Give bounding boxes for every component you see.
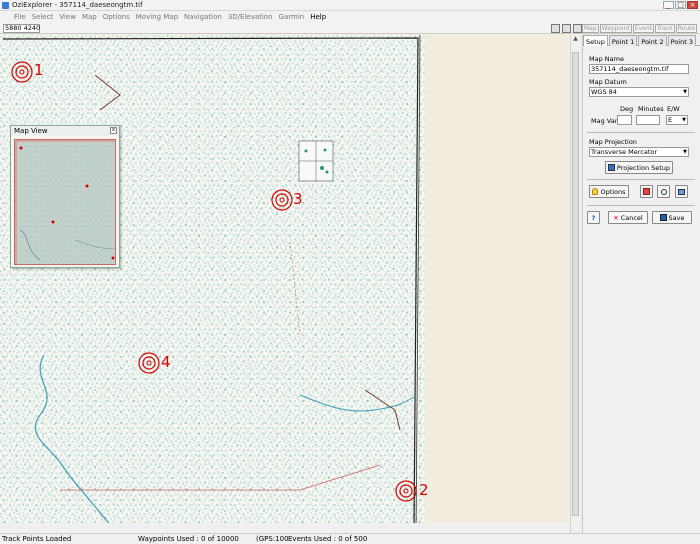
marker-label-2: 2 <box>419 481 429 499</box>
projection-setup-label: Projection Setup <box>616 163 671 172</box>
map-setup-panel: Setup Point 1 Point 2 Point 3 Map Name 3… <box>582 35 700 533</box>
menu-select[interactable]: Select <box>29 11 57 23</box>
toolbar-icons <box>551 24 582 33</box>
chevron-down-icon: ▼ <box>683 149 687 155</box>
cancel-button[interactable]: ✕ Cancel <box>608 211 648 224</box>
status-track-points: Track Points Loaded <box>2 535 72 543</box>
scroll-up-icon[interactable]: ▲ <box>571 35 580 44</box>
menu-map[interactable]: Map <box>79 11 100 23</box>
map-projection-label: Map Projection <box>589 138 637 146</box>
tab-point-2[interactable]: Point 2 <box>638 35 667 46</box>
chevron-down-icon: ▼ <box>683 89 687 95</box>
grid-tool-button[interactable] <box>640 185 653 198</box>
map-view-title: Map View <box>14 127 48 135</box>
menu-navigation[interactable]: Navigation <box>181 11 225 23</box>
magnifier-icon <box>660 188 667 195</box>
status-waypoints: Waypoints Used : 0 of 10000 <box>138 535 239 543</box>
menu-bar: File Select View Map Options Moving Map … <box>0 11 700 23</box>
menu-view[interactable]: View <box>56 11 79 23</box>
mag-var-ew-value: E <box>668 116 673 124</box>
marker-label-3: 3 <box>293 190 303 208</box>
tab-track[interactable]: Track <box>654 24 675 33</box>
mag-var-deg-field[interactable] <box>617 115 632 125</box>
options-label: Options <box>600 187 626 196</box>
tab-point-1[interactable]: Point 1 <box>608 35 638 46</box>
map-view-window[interactable]: Map View x <box>10 125 120 268</box>
divider <box>587 205 695 206</box>
ew-label: E/W <box>667 105 680 113</box>
map-datum-value: WGS 84 <box>591 88 617 96</box>
zoom-tool-button[interactable] <box>657 185 670 198</box>
map-vertical-scrollbar[interactable]: ▲ <box>570 35 580 533</box>
deg-label: Deg <box>620 105 634 113</box>
tab-waypoint[interactable]: Waypoint <box>599 24 632 33</box>
tab-map[interactable]: Map <box>582 24 599 33</box>
map-view-titlebar[interactable]: Map View x <box>11 126 119 136</box>
options-button[interactable]: Options <box>589 185 629 198</box>
mag-var-label: Mag Var <box>591 117 618 125</box>
status-bar: Track Points Loaded Waypoints Used : 0 o… <box>0 533 700 544</box>
close-button[interactable]: × <box>687 1 698 9</box>
map-view-close-button[interactable]: x <box>110 127 117 134</box>
tab-point-3[interactable]: Point 3 <box>667 35 696 46</box>
save-icon <box>659 214 667 221</box>
map-name-label: Map Name <box>589 55 624 63</box>
projection-setup-button[interactable]: Projection Setup <box>605 161 673 174</box>
divider <box>587 179 695 180</box>
map-datum-label: Map Datum <box>589 78 627 86</box>
marker-label-4: 4 <box>161 353 171 371</box>
map-view-thumbnail[interactable] <box>14 139 116 265</box>
chevron-down-icon: ▼ <box>682 117 686 123</box>
menu-options[interactable]: Options <box>100 11 133 23</box>
map-horizontal-scrollbar[interactable] <box>0 523 570 533</box>
window-tool-icon[interactable] <box>573 24 582 33</box>
tab-setup[interactable]: Setup <box>583 35 608 46</box>
toolbar-tabs: Map Waypoint Event Track Route <box>582 24 698 33</box>
minimize-button[interactable]: _ <box>663 1 674 9</box>
save-tool-icon[interactable] <box>562 24 571 33</box>
map-canvas[interactable]: 1 2 3 4 Map View x <box>0 35 570 533</box>
window-controls: _ □ × <box>663 1 698 9</box>
mag-var-minutes-field[interactable] <box>636 115 660 125</box>
tab-route[interactable]: Route <box>675 24 698 33</box>
scroll-thumb[interactable] <box>572 52 579 516</box>
mag-var-ew-select[interactable]: E ▼ <box>666 115 688 125</box>
map-tool-icon[interactable] <box>551 24 560 33</box>
window-icon <box>678 188 685 195</box>
app-icon <box>2 2 9 9</box>
topographic-map[interactable] <box>0 35 570 533</box>
status-gps: (GPS:100 <box>256 535 289 543</box>
help-button[interactable]: ? <box>587 211 600 224</box>
menu-garmin[interactable]: Garmin <box>276 11 308 23</box>
map-name-field[interactable]: 357114_daeseongtm.tif <box>589 64 689 74</box>
tab-event[interactable]: Event <box>632 24 654 33</box>
menu-moving-map[interactable]: Moving Map <box>133 11 181 23</box>
minutes-label: Minutes <box>638 105 664 113</box>
menu-3d-elevation[interactable]: 3D/Elevation <box>225 11 276 23</box>
menu-file[interactable]: File <box>11 11 29 23</box>
save-label: Save <box>668 213 685 222</box>
save-button[interactable]: Save <box>652 211 692 224</box>
menu-help[interactable]: Help <box>307 11 329 23</box>
map-projection-value: Transverse Mercator <box>591 148 658 156</box>
map-datum-select[interactable]: WGS 84 ▼ <box>589 87 689 97</box>
marker-label-1: 1 <box>34 61 44 79</box>
cursor-coordinates: 5880 4240 <box>3 24 41 33</box>
cancel-icon: ✕ <box>613 213 619 222</box>
status-events: Events Used : 0 of 500 <box>288 535 368 543</box>
projection-icon <box>607 164 615 171</box>
help-icon: ? <box>591 213 596 222</box>
maximize-button[interactable]: □ <box>675 1 686 9</box>
window-title: OziExplorer - 357114_daeseongtm.tif <box>12 1 143 9</box>
title-bar: OziExplorer - 357114_daeseongtm.tif _ □ … <box>0 0 700 11</box>
toolbar: 5880 4240 Map Waypoint Event Track Route <box>0 23 700 34</box>
window-tool-button[interactable] <box>675 185 688 198</box>
divider <box>587 132 695 133</box>
map-projection-select[interactable]: Transverse Mercator ▼ <box>589 147 689 157</box>
panel-tabs: Setup Point 1 Point 2 Point 3 <box>583 35 700 46</box>
cancel-label: Cancel <box>620 213 643 222</box>
lightbulb-icon <box>592 188 599 195</box>
grid-icon <box>643 188 650 195</box>
